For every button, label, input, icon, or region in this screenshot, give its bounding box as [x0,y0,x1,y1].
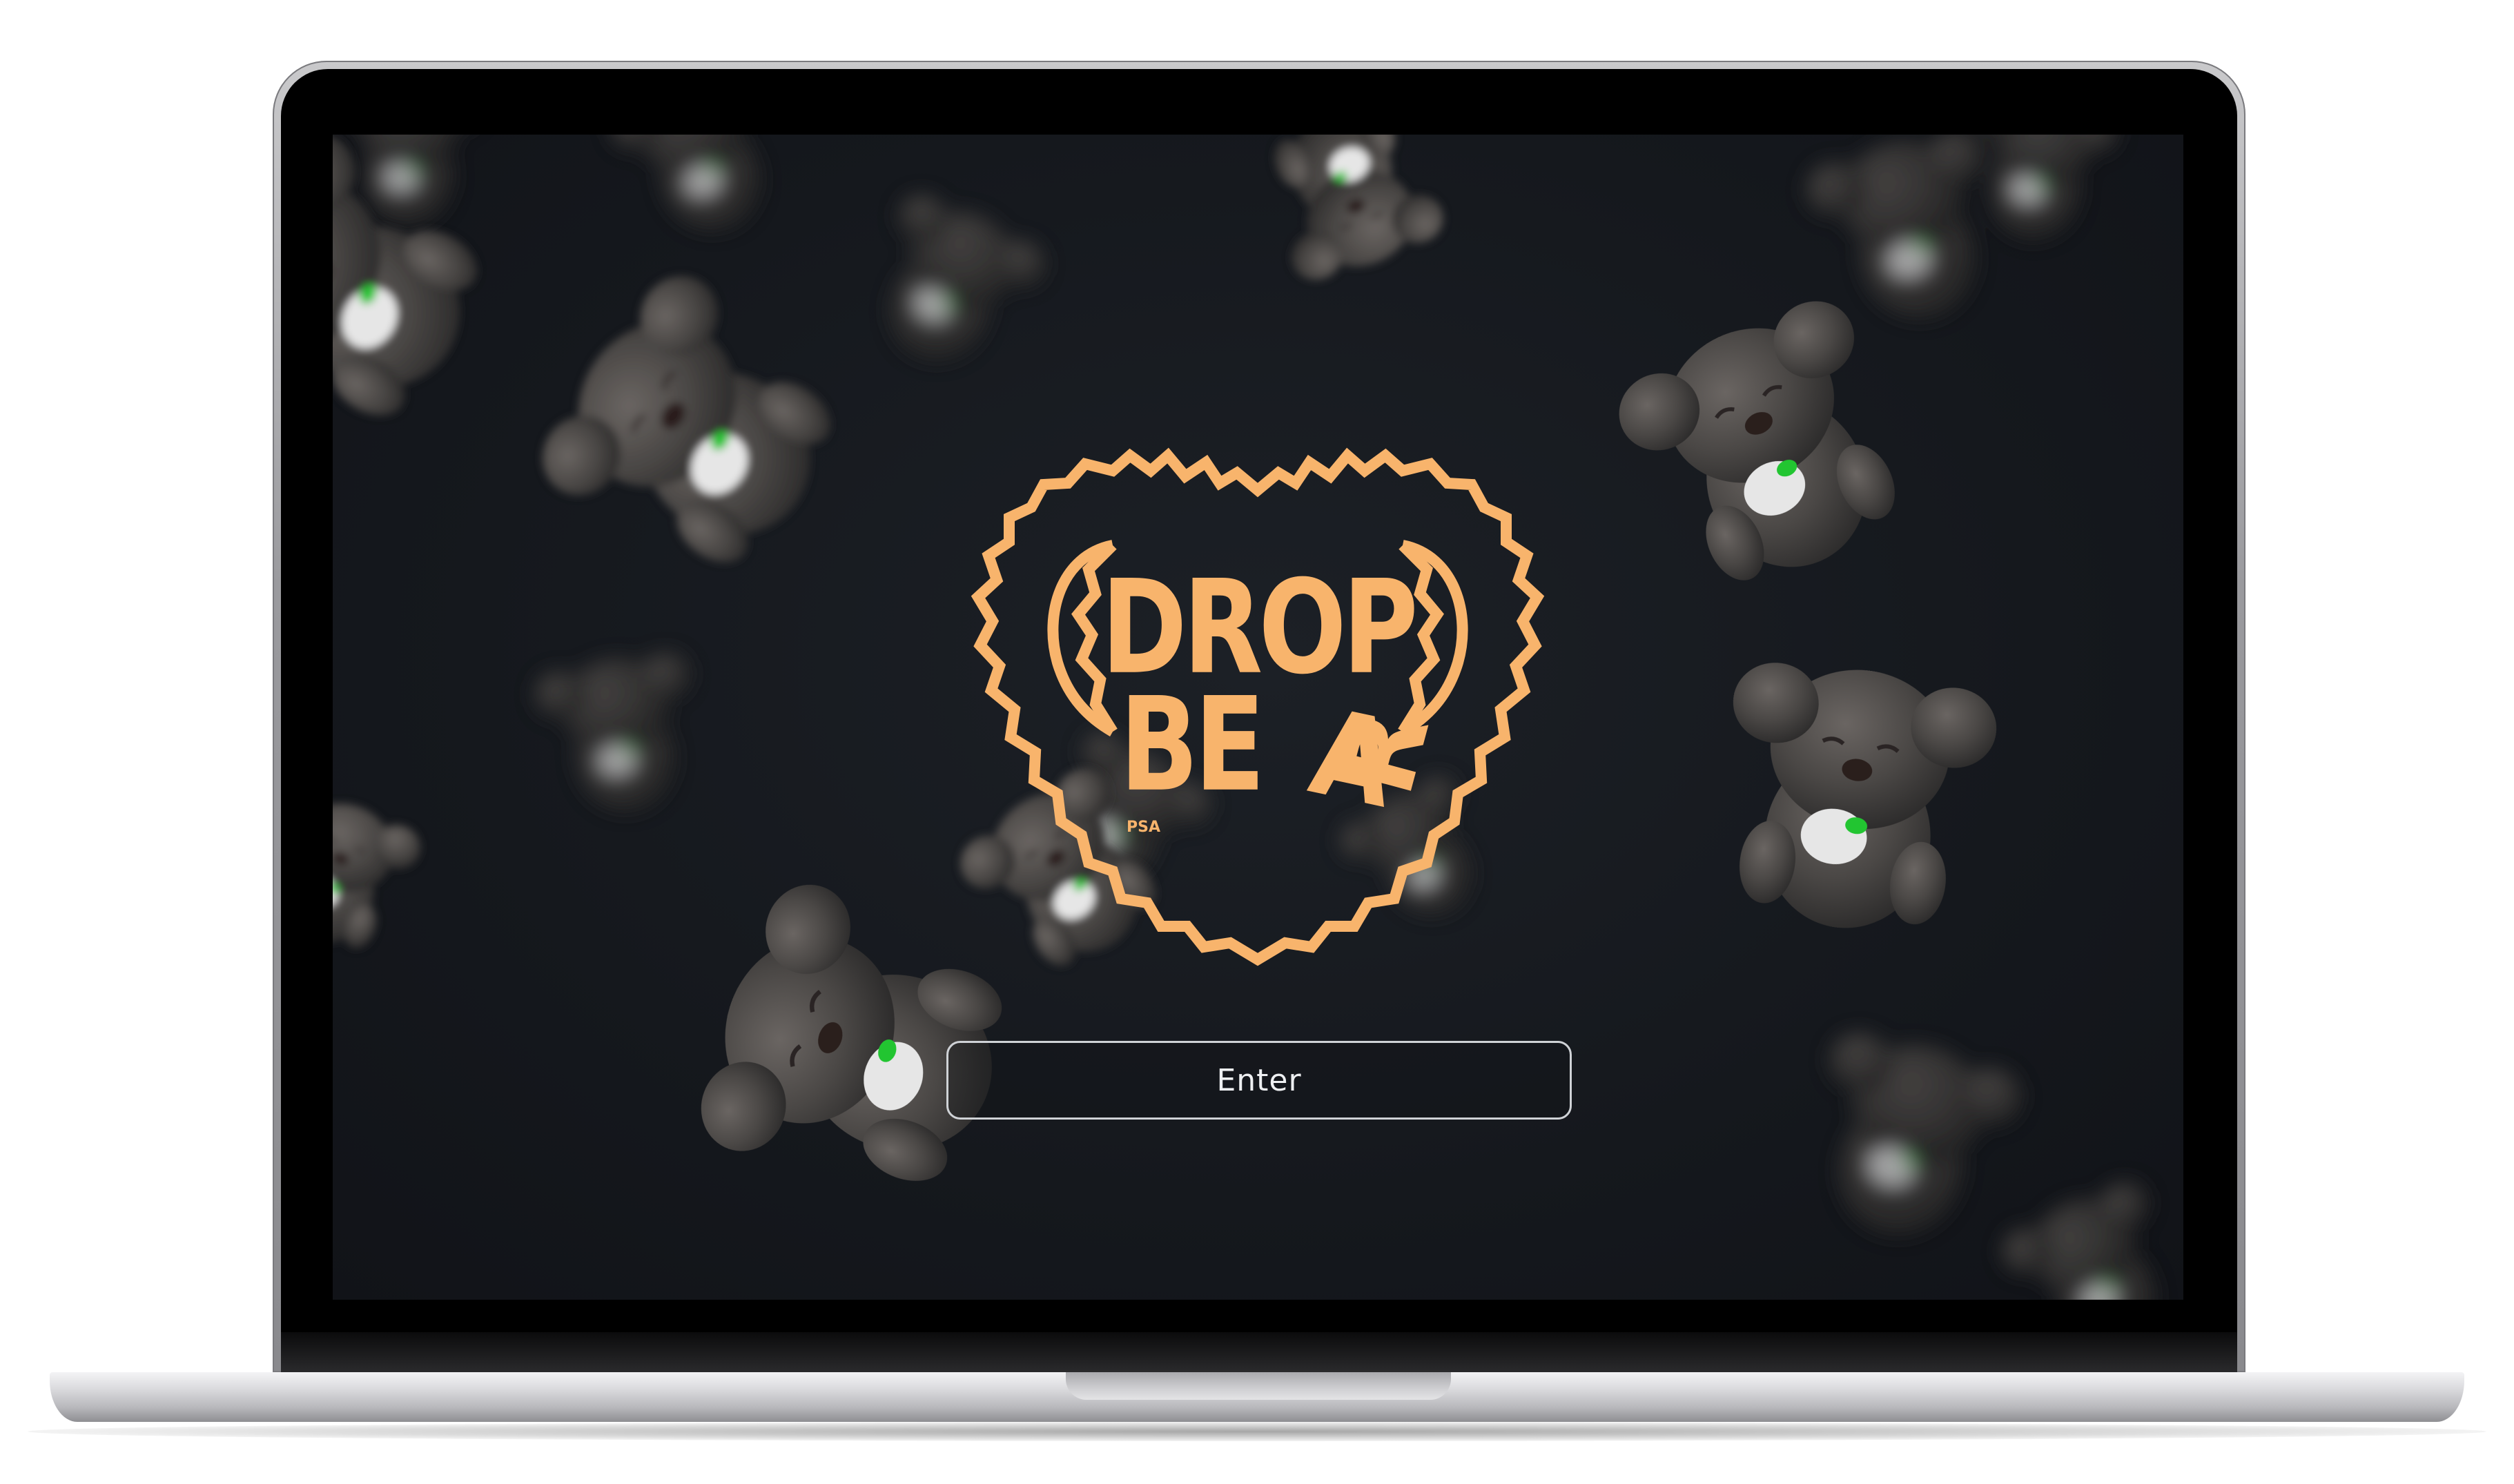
laptop-bezel-bottom [281,1332,2237,1372]
drop-bear-logo: DROP BE A R PSA [971,447,1545,966]
logo-word-be: BE [1120,670,1261,821]
laptop-shadow [28,1422,2486,1441]
laptop-opening-notch [1066,1372,1451,1400]
enter-button[interactable]: Enter [946,1041,1572,1120]
app-screen: DROP BE A R PSA Enter [333,135,2183,1300]
laptop-mockup: DROP BE A R PSA Enter [0,0,2514,1484]
logo-tag-psa: PSA [1127,819,1160,836]
